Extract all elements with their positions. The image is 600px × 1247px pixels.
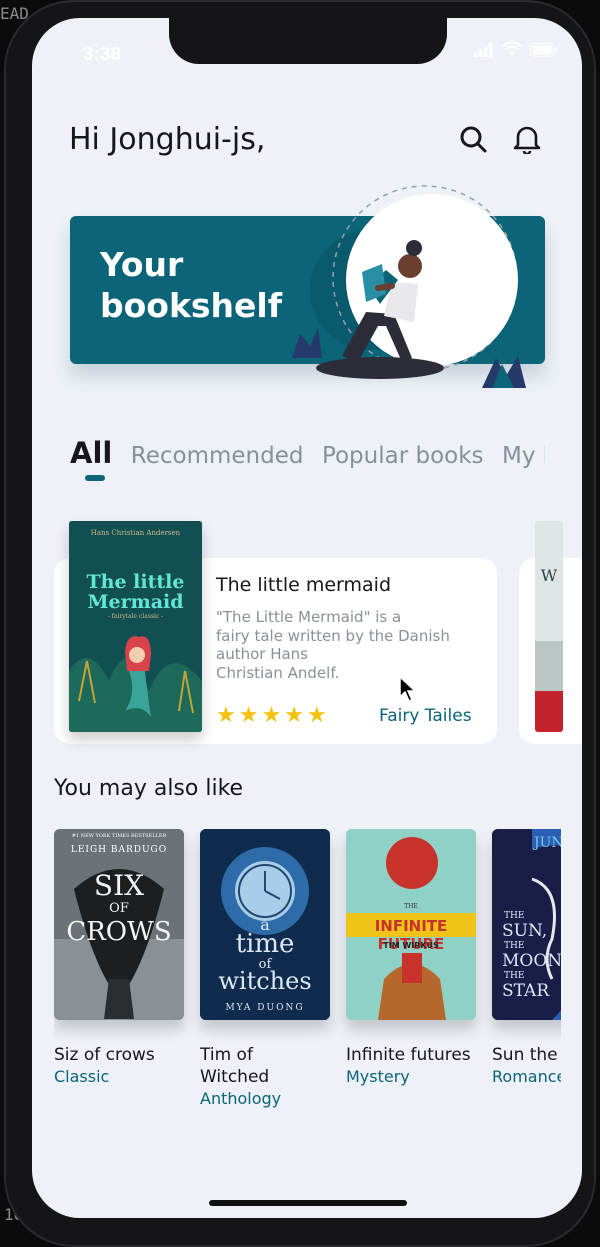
phone-frame: 3:38 Hi Jonghui-js, Your bookshelf All R… xyxy=(4,0,596,1247)
book-genre[interactable]: Classic xyxy=(54,1066,186,1088)
book-title: Siz of crows xyxy=(54,1045,155,1065)
book-card[interactable]: #1 NEW YORK TIMES BESTSELLER LEIGH BARDU… xyxy=(54,829,186,1088)
home-indicator[interactable] xyxy=(209,1200,407,1206)
star-icon: ★ xyxy=(238,702,259,727)
rating-stars: ★ ★ ★ ★ ★ xyxy=(216,704,327,726)
notifications-button[interactable] xyxy=(510,122,544,156)
cover-title-line1: THE xyxy=(504,911,525,921)
featured-book-cover[interactable]: Hans Christian Andersen The little Merma… xyxy=(69,521,202,732)
status-icons xyxy=(474,42,558,57)
cover-title-line1: The little xyxy=(86,571,185,593)
book-title: Tim of Witched xyxy=(200,1045,270,1087)
cover-author: MYA DUONG xyxy=(225,1003,305,1013)
wifi-icon xyxy=(502,42,522,56)
cover-title-line2: time xyxy=(235,929,295,959)
cover-title-line6: STAR xyxy=(502,981,550,1001)
next-featured-cover[interactable]: W xyxy=(535,521,563,732)
book-cover: a time of witches MYA DUONG xyxy=(200,829,330,1020)
cover-author: Hans Christian Andersen xyxy=(90,529,181,537)
cover-subtitle: - fairytale classic - xyxy=(107,613,164,620)
search-icon xyxy=(460,126,487,153)
featured-book-title: The little mermaid xyxy=(216,574,392,596)
star-icon: ★ xyxy=(216,702,236,727)
cover-title-line3: CROWS xyxy=(66,917,172,947)
mermaid-cover-art xyxy=(69,521,202,732)
book-title: Sun the xyxy=(492,1045,558,1065)
book-cover: #1 NEW YORK TIMES BESTSELLER LEIGH BARDU… xyxy=(54,829,184,1020)
cover-title-line5: THE xyxy=(504,971,525,981)
star-icon: ★ xyxy=(261,702,282,727)
signal-icon xyxy=(474,42,493,57)
tab-all[interactable]: All xyxy=(70,436,112,470)
book-card[interactable]: THE INFINITE FUTURE TIM WIRKUS Infinite … xyxy=(346,829,478,1088)
tab-recommended[interactable]: Recommended xyxy=(131,443,304,469)
book-title: Infinite futures xyxy=(346,1045,471,1065)
book-card[interactable]: a time of witches MYA DUONG Tim of Witch… xyxy=(200,829,332,1110)
cover-title-line3: THE xyxy=(504,941,525,951)
reading-woman-illustration xyxy=(316,185,526,388)
cover-author: TIM WIRKUS xyxy=(383,941,439,950)
book-cover: THE INFINITE FUTURE TIM WIRKUS xyxy=(346,829,476,1020)
book-genre[interactable]: Mystery xyxy=(346,1066,478,1088)
cover-title-line4: MOON, xyxy=(502,951,561,971)
recommendation-row: #1 NEW YORK TIMES BESTSELLER LEIGH BARDU… xyxy=(54,829,561,1129)
featured-book-genre[interactable]: Fairy Tailes xyxy=(379,706,472,726)
book-card[interactable]: JUN THE SUN, THE MOON, THE STAR Sun the … xyxy=(492,829,561,1088)
category-tabs: All Recommended Popular books My books xyxy=(70,436,545,500)
star-icon: ★ xyxy=(306,702,327,727)
book-genre[interactable]: Anthology xyxy=(200,1088,332,1110)
cover-author: LEIGH BARDUGO xyxy=(70,845,168,855)
battery-icon xyxy=(530,42,557,57)
next-cover-art: W xyxy=(535,521,563,732)
cover-author: JUN xyxy=(534,835,561,851)
cover-top-text: THE xyxy=(404,903,418,910)
featured-book-description: "The Little Mermaid" is a fairy tale wri… xyxy=(216,608,450,682)
cover-title-line2: OF xyxy=(109,901,129,916)
section-title-you-may-also-like: You may also like xyxy=(54,776,244,801)
tab-my-books[interactable]: My books xyxy=(502,443,545,469)
mouse-cursor-icon xyxy=(399,675,417,702)
greeting-title: Hi Jonghui-js, xyxy=(69,122,266,157)
bell-icon xyxy=(513,126,541,154)
tab-popular-books[interactable]: Popular books xyxy=(322,443,484,469)
book-cover: JUN THE SUN, THE MOON, THE STAR xyxy=(492,829,561,1020)
svg-text:W: W xyxy=(541,566,558,585)
app-screen: 3:38 Hi Jonghui-js, Your bookshelf All R… xyxy=(32,18,582,1218)
cover-title-line2: SUN, xyxy=(502,921,548,941)
cover-title-line1: SIX xyxy=(93,869,145,902)
phone-notch xyxy=(169,18,447,64)
active-tab-indicator xyxy=(85,475,105,481)
status-time: 3:38 xyxy=(83,44,122,65)
cover-title-line2: Mermaid xyxy=(87,591,184,613)
book-genre[interactable]: Romance xyxy=(492,1066,561,1088)
cover-top-text: #1 NEW YORK TIMES BESTSELLER xyxy=(71,833,167,839)
cover-title-line4: witches xyxy=(218,967,312,995)
search-button[interactable] xyxy=(456,122,490,156)
star-icon: ★ xyxy=(284,702,304,727)
